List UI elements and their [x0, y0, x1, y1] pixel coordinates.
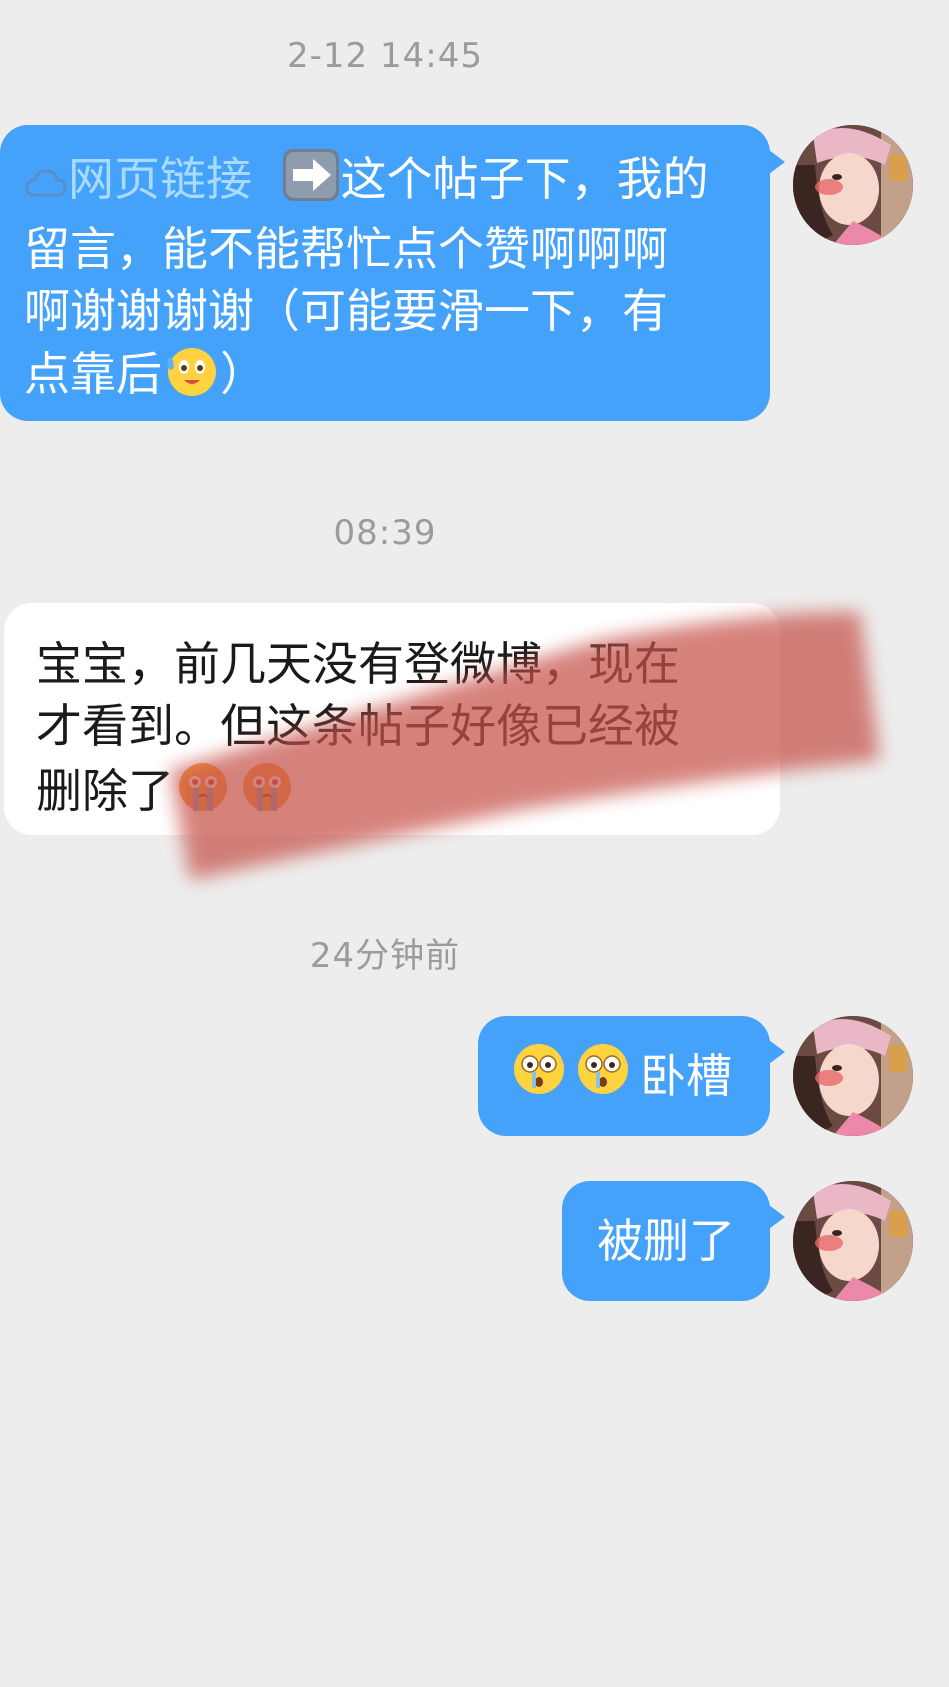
outgoing-message-2[interactable]: 卧槽: [478, 1016, 770, 1136]
bubble-tail-2: [769, 1040, 785, 1064]
timestamp-3: 24分钟前: [309, 936, 461, 976]
timestamp-2: 08:39: [333, 513, 437, 553]
avatar-2[interactable]: [793, 1016, 913, 1136]
outgoing-message-3-text: 被删了: [597, 1214, 735, 1268]
outgoing-message-2-text: 卧槽: [640, 1049, 732, 1103]
outgoing-message-3[interactable]: 被删了: [562, 1181, 770, 1301]
web-link[interactable]: 网页链接: [24, 152, 267, 206]
avatar-3[interactable]: [793, 1181, 913, 1301]
sweat-smile-emoji: [162, 342, 220, 413]
cloud-link-icon: [25, 169, 67, 197]
crying-emoji: [174, 757, 298, 830]
avatar-1[interactable]: [793, 125, 913, 245]
incoming-message-1-text: 宝宝，前几天没有登微博，现在才看到。但这条帖子好像已经被删除了: [36, 637, 680, 818]
web-link-label[interactable]: 网页链接: [68, 152, 252, 206]
outgoing-message-1[interactable]: 网页链接 这个帖子下，我的留言，能不能帮忙点个赞啊啊啊啊谢谢谢谢（可能要滑一下，…: [0, 125, 770, 421]
bubble-tail-3: [769, 1205, 785, 1229]
avatar-photo: [793, 1016, 913, 1136]
avatar-photo: [793, 1181, 913, 1301]
flushed-emoji: [510, 1040, 634, 1113]
timestamp-1: 2-12 14:45: [287, 36, 483, 76]
incoming-message-1[interactable]: 宝宝，前几天没有登微博，现在才看到。但这条帖子好像已经被删除了: [4, 603, 780, 835]
bubble-tail-1: [769, 150, 785, 174]
outgoing-message-1-text-end: ）: [220, 347, 266, 401]
avatar-photo: [793, 125, 913, 245]
arrow-right-emoji: [281, 147, 341, 218]
